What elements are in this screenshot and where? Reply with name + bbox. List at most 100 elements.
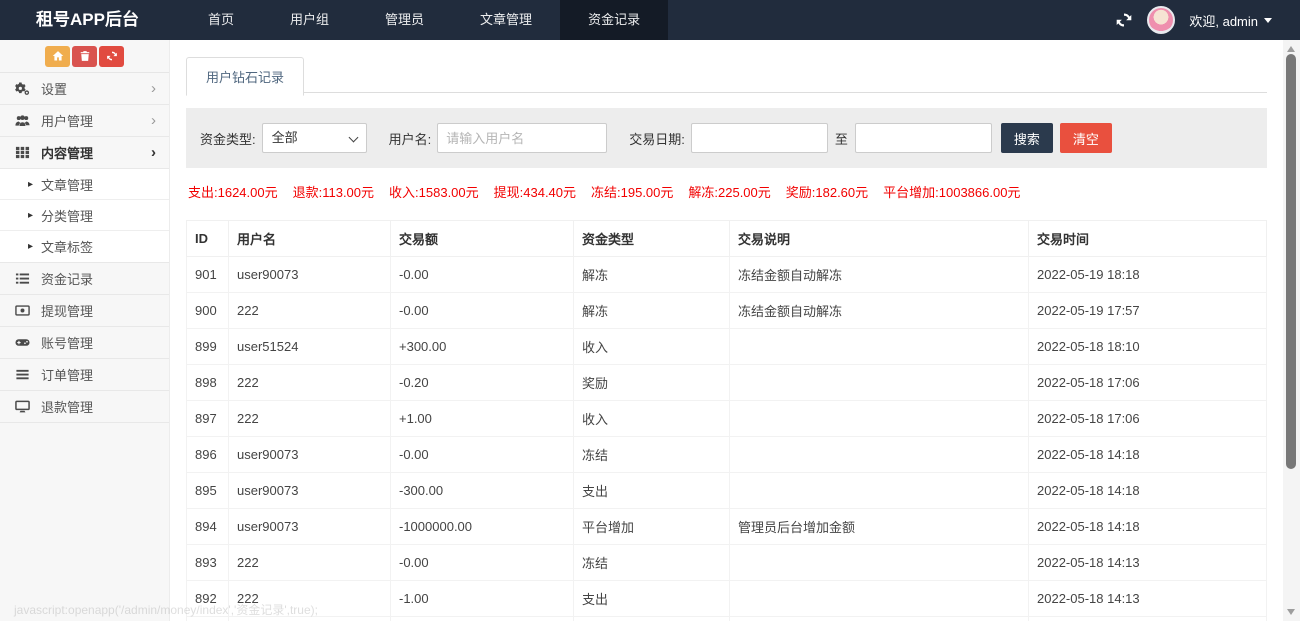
sidebar-subitem-categories[interactable]: ▸分类管理: [0, 200, 169, 231]
cell-amount: -0.00: [391, 545, 574, 581]
home-icon: [52, 50, 64, 62]
chevron-down-icon: [1264, 18, 1272, 23]
table-row: 892 222 -1.00 支出 2022-05-18 14:13: [187, 581, 1267, 617]
clear-button[interactable]: 清空: [1060, 123, 1112, 153]
sidebar-item-withdrawal-management[interactable]: 提现管理: [0, 295, 169, 327]
cell-id: 897: [187, 401, 229, 437]
sidebar-subitem-articles[interactable]: ▸ 文章管理: [0, 169, 169, 200]
username-input[interactable]: [437, 123, 607, 153]
sidebar-item-content-management[interactable]: 内容管理 ›: [0, 137, 169, 169]
cell-description: [730, 581, 1029, 617]
cell-username: 222: [229, 401, 391, 437]
cell-amount: -0.00: [391, 257, 574, 293]
cell-amount: -1.00: [391, 581, 574, 617]
col-header-time: 交易时间: [1029, 221, 1267, 257]
cell-username: user90073: [229, 473, 391, 509]
cell-fund-type: 平台增加: [574, 509, 730, 545]
sidebar-item-account-management[interactable]: 账号管理: [0, 327, 169, 359]
cell-description: 冻结金额自动解冻: [730, 617, 1029, 621]
cell-fund-type: 解冻: [574, 293, 730, 329]
triangle-right-icon: ▸: [28, 179, 33, 190]
cell-fund-type: 支出: [574, 581, 730, 617]
scrollbar-thumb[interactable]: [1286, 54, 1296, 469]
cell-time: 2022-05-18 17:06: [1029, 401, 1267, 437]
cell-time: 2022-05-18 14:18: [1029, 437, 1267, 473]
cell-id: 896: [187, 437, 229, 473]
cell-id: 900: [187, 293, 229, 329]
clear-cache-button[interactable]: [72, 46, 97, 67]
cell-amount: +1.00: [391, 401, 574, 437]
vertical-scrollbar[interactable]: [1283, 40, 1300, 621]
col-header-user: 用户名: [229, 221, 391, 257]
cell-description: [730, 473, 1029, 509]
welcome-menu[interactable]: 欢迎, admin: [1189, 11, 1272, 30]
date-separator: 至: [835, 129, 848, 148]
sidebar-subitem-article-tags[interactable]: ▸文章标签: [0, 231, 169, 262]
scroll-up-arrow-icon[interactable]: [1287, 46, 1295, 52]
sidebar-item-user-management[interactable]: 用户管理 ›: [0, 105, 169, 137]
sidebar-item-fund-records[interactable]: 资金记录: [0, 263, 169, 295]
date-to-input[interactable]: [855, 123, 992, 153]
nav-item-admins[interactable]: 管理员: [357, 0, 452, 40]
content-tabs: 用户钻石记录: [186, 56, 1267, 93]
table-row: 895 user90073 -300.00 支出 2022-05-18 14:1…: [187, 473, 1267, 509]
cell-time: 2022-02-01 21:38: [1029, 617, 1267, 621]
sidebar-menu: 设置 › 用户管理 › 内容管理 › ▸ 文章管理 ▸分类管理 ▸文章标签: [0, 73, 169, 423]
reload-button[interactable]: [99, 46, 124, 67]
tab-user-diamond-records[interactable]: 用户钻石记录: [186, 57, 304, 96]
nav-item-articles[interactable]: 文章管理: [452, 0, 560, 40]
summary-income: 收入:1583.00元: [389, 182, 479, 201]
trade-date-label: 交易日期:: [629, 129, 685, 148]
avatar[interactable]: [1147, 6, 1175, 34]
sidebar-item-refund-management[interactable]: 退款管理: [0, 391, 169, 423]
cell-amount: -0.20: [391, 365, 574, 401]
scroll-down-arrow-icon[interactable]: [1287, 609, 1295, 615]
cell-username: 222: [229, 293, 391, 329]
table-row: 894 user90073 -1000000.00 平台增加 管理员后台增加金额…: [187, 509, 1267, 545]
nav-item-user-groups[interactable]: 用户组: [262, 0, 357, 40]
main-nav: 首页 用户组 管理员 文章管理 资金记录: [180, 0, 668, 40]
fund-type-selected-value: 全部: [272, 130, 298, 145]
cell-description: [730, 401, 1029, 437]
sidebar-item-order-management[interactable]: 订单管理: [0, 359, 169, 391]
cell-username: user90073: [229, 257, 391, 293]
home-button[interactable]: [45, 46, 70, 67]
cell-fund-type: 奖励: [574, 365, 730, 401]
sidebar-item-label: 退款管理: [41, 397, 93, 416]
username-label: 用户名:: [389, 129, 432, 148]
cell-time: 2022-05-18 14:13: [1029, 545, 1267, 581]
users-icon: [15, 113, 30, 128]
bars-icon: [15, 367, 30, 382]
cell-description: [730, 437, 1029, 473]
nav-item-home[interactable]: 首页: [180, 0, 262, 40]
nav-item-funds[interactable]: 资金记录: [560, 0, 668, 40]
triangle-right-icon: ▸: [28, 210, 33, 221]
cell-time: 2022-05-18 14:13: [1029, 581, 1267, 617]
cell-time: 2022-05-19 17:57: [1029, 293, 1267, 329]
sidebar-toolbar: [0, 40, 169, 73]
cell-username: 222: [229, 581, 391, 617]
app-brand: 租号APP后台: [0, 0, 170, 40]
table-row: 901 user90073 -0.00 解冻 冻结金额自动解冻 2022-05-…: [187, 257, 1267, 293]
navbar-right: 欢迎, admin: [1115, 0, 1300, 40]
cell-time: 2022-05-18 14:18: [1029, 473, 1267, 509]
fund-records-table: ID 用户名 交易额 资金类型 交易说明 交易时间 901 user90073 …: [186, 220, 1267, 621]
sidebar-item-label: 账号管理: [41, 333, 93, 352]
cell-amount: +300.00: [391, 329, 574, 365]
fund-type-select[interactable]: 全部: [262, 123, 367, 153]
cell-time: 2022-05-19 18:18: [1029, 257, 1267, 293]
cell-username: 222: [229, 365, 391, 401]
col-header-id: ID: [187, 221, 229, 257]
cell-description: 冻结金额自动解冻: [730, 257, 1029, 293]
sidebar-item-settings[interactable]: 设置 ›: [0, 73, 169, 105]
search-button[interactable]: 搜索: [1001, 123, 1053, 153]
date-from-input[interactable]: [691, 123, 828, 153]
sidebar-submenu: ▸ 文章管理 ▸分类管理 ▸文章标签: [0, 169, 169, 263]
trash-icon: [79, 50, 91, 62]
summary-expense: 支出:1624.00元: [188, 182, 278, 201]
refresh-icon[interactable]: [1115, 11, 1133, 29]
gears-icon: [15, 81, 30, 96]
sidebar-subitem-label: 文章管理: [41, 175, 93, 194]
table-row: 896 user90073 -0.00 冻结 2022-05-18 14:18: [187, 437, 1267, 473]
col-header-type: 资金类型: [574, 221, 730, 257]
